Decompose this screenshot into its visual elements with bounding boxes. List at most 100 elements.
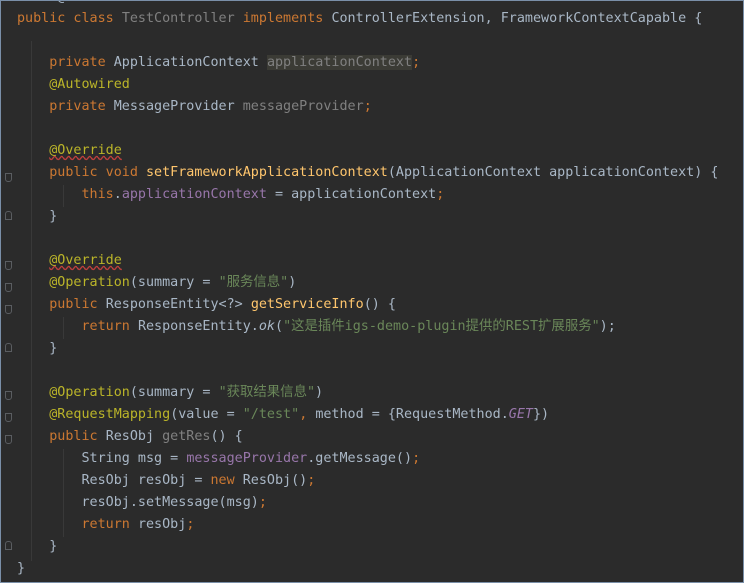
fold-marker-icon[interactable] <box>5 173 12 182</box>
code-token: ( <box>275 319 284 334</box>
code-token: } <box>17 209 58 224</box>
code-line[interactable]: return resObj; <box>17 514 195 536</box>
code-token: ResObj() <box>242 473 308 488</box>
code-line[interactable]: return ResponseEntity.ok("这是插件igs-demo-p… <box>17 316 616 338</box>
code-token: .getMessage() <box>307 451 413 466</box>
fold-marker-icon[interactable] <box>5 343 12 352</box>
code-token: (value = <box>170 407 243 422</box>
code-token: public class <box>17 11 122 26</box>
indent-guide <box>63 449 64 537</box>
code-token: ) <box>288 275 297 290</box>
code-token: } <box>17 341 58 356</box>
code-line[interactable]: public void setFrameworkApplicationConte… <box>17 162 718 184</box>
fold-marker-icon[interactable] <box>5 261 12 270</box>
code-line[interactable]: this.applicationContext = applicationCon… <box>17 184 445 206</box>
code-token: implements <box>242 11 332 26</box>
code-line[interactable]: private ApplicationContext applicationCo… <box>17 52 420 74</box>
fold-marker-icon[interactable] <box>5 211 12 220</box>
code-token: ; <box>412 55 421 70</box>
code-token: (summary = <box>129 275 219 290</box>
code-token: applicationContext <box>121 187 267 202</box>
code-token: } <box>17 561 26 576</box>
code-token: ResObj resObj = <box>17 473 211 488</box>
code-line[interactable]: private MessageProvider messageProvider; <box>17 96 372 118</box>
code-token: public <box>49 297 106 312</box>
code-token: MessageProvider <box>113 99 243 114</box>
code-token: messageProvider <box>242 99 364 114</box>
code-line[interactable]: ResObj resObj = new ResObj(); <box>17 470 315 492</box>
code-token: ResponseEntity. <box>137 319 259 334</box>
code-token: private <box>49 55 114 70</box>
code-token: ; <box>258 495 267 510</box>
fold-marker-icon[interactable] <box>5 305 12 314</box>
fold-marker-icon[interactable] <box>5 391 12 400</box>
code-line[interactable]: } <box>17 338 57 360</box>
fold-marker-icon[interactable] <box>5 413 12 422</box>
fold-marker-icon[interactable] <box>5 435 12 444</box>
code-token: method = {RequestMethod. <box>315 407 509 422</box>
code-token: ; <box>363 99 372 114</box>
code-line[interactable]: } <box>17 206 57 228</box>
code-line[interactable]: public ResponseEntity<?> getServiceInfo(… <box>17 294 396 316</box>
code-token: resObj.setMessage(msg) <box>17 495 259 510</box>
code-token: "获取结果信息" <box>218 385 316 400</box>
code-line[interactable]: @Operation(summary = "获取结果信息") <box>17 382 323 404</box>
code-line[interactable]: resObj.setMessage(msg); <box>17 492 267 514</box>
code-token: getRes <box>162 429 211 444</box>
code-token: . <box>113 187 122 202</box>
code-token: @Autowired <box>49 77 130 92</box>
code-token: messageProvider <box>186 451 308 466</box>
code-token: new <box>210 473 243 488</box>
code-token: return <box>81 319 138 334</box>
code-token: ApplicationContext <box>113 55 267 70</box>
fold-marker-icon[interactable] <box>5 541 12 550</box>
code-line[interactable]: } <box>17 558 25 580</box>
code-line[interactable]: @Override <box>17 140 122 162</box>
code-token: private <box>49 99 114 114</box>
code-token: @Override <box>49 253 122 268</box>
code-line[interactable]: @Autowired <box>17 74 130 96</box>
code-token: "这是插件igs-demo-plugin提供的REST扩展服务" <box>283 319 600 334</box>
code-token: ; <box>436 187 445 202</box>
code-line[interactable]: public ResObj getRes() { <box>17 426 243 448</box>
code-token: ; <box>186 517 195 532</box>
code-token: String msg = <box>17 451 187 466</box>
code-line[interactable]: } <box>17 536 57 558</box>
code-token: ok <box>258 319 275 334</box>
code-token: @RequestMapping <box>49 407 171 422</box>
code-line[interactable]: String msg = messageProvider.getMessage(… <box>17 448 420 470</box>
code-token: (ApplicationContext applicationContext) … <box>387 165 719 180</box>
editor-gutter <box>1 1 15 582</box>
code-line[interactable]: @RequestMapping(value = "/test", method … <box>17 404 549 426</box>
code-line[interactable]: @Operation(summary = "服务信息") <box>17 272 296 294</box>
code-line[interactable]: @Override <box>17 250 122 272</box>
code-token: GET <box>508 407 533 422</box>
code-editor[interactable]: t @ f public class TestController implem… <box>0 0 744 583</box>
code-token: } <box>17 539 58 554</box>
code-line[interactable]: public class TestController implements C… <box>17 8 702 30</box>
fold-marker-icon[interactable] <box>5 283 12 292</box>
code-token: () { <box>210 429 243 444</box>
code-token: public <box>49 429 106 444</box>
code-token: @Operation <box>49 275 130 290</box>
code-token: ) <box>315 385 324 400</box>
code-token: }) <box>532 407 550 422</box>
code-token: return <box>81 517 138 532</box>
code-token: @Override <box>49 143 122 158</box>
code-token: ; <box>412 451 421 466</box>
indent-guide <box>63 317 64 339</box>
code-token: this <box>81 187 114 202</box>
indent-guide <box>31 41 32 561</box>
